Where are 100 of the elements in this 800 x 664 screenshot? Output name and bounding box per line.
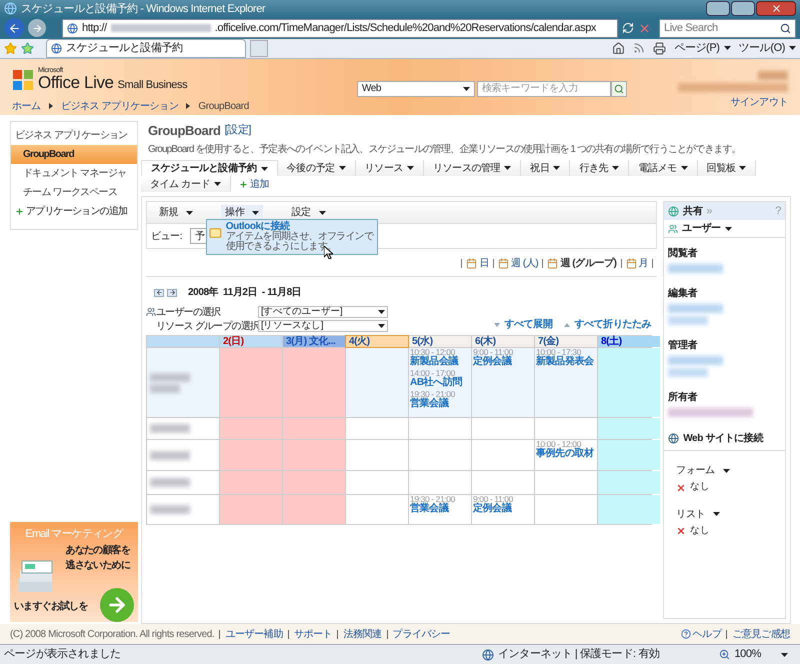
signout-link[interactable]: サインアウト xyxy=(730,94,788,110)
app-tab[interactable]: リソース xyxy=(356,160,424,176)
redacted-text xyxy=(758,70,788,80)
filter-select[interactable]: [すべてのユーザー] xyxy=(258,306,388,318)
command-menu[interactable]: ページ(P) xyxy=(674,40,731,57)
day-cell xyxy=(598,495,660,524)
app-tab[interactable]: リソースの管理 xyxy=(424,160,522,176)
sidebar-item[interactable]: チーム ワークスペース xyxy=(11,182,137,202)
redacted-text xyxy=(150,478,190,488)
footer-link[interactable]: ヘルプ xyxy=(680,626,722,642)
event-link[interactable]: 新製品会議 xyxy=(410,357,471,368)
view-link[interactable]: 月 xyxy=(626,256,648,272)
collapse-all-link[interactable]: すべて折りたたみ xyxy=(564,317,652,332)
refresh-icon[interactable] xyxy=(622,22,634,34)
redacted-text xyxy=(150,505,190,514)
app-tab[interactable]: 電話メモ xyxy=(629,160,698,176)
redacted-text xyxy=(150,372,190,382)
event-link[interactable]: 定例会議 xyxy=(473,357,534,368)
caret-icon xyxy=(338,166,346,170)
sidebar-item[interactable]: GroupBoard xyxy=(11,144,137,164)
toolbar-menu[interactable]: 操作 xyxy=(221,205,264,220)
search-scope-select[interactable]: Web xyxy=(356,80,475,97)
list-menu[interactable]: フォーム xyxy=(676,463,785,478)
toolbar-menu[interactable]: 新規 xyxy=(155,205,198,220)
app-tab[interactable]: 回覧板 xyxy=(698,160,756,176)
globe-icon xyxy=(668,433,680,444)
users-menu[interactable]: ユーザー xyxy=(664,220,785,238)
feed-icon[interactable] xyxy=(633,42,646,54)
day-cell xyxy=(220,418,282,440)
page-icon xyxy=(51,42,62,54)
redacted-text xyxy=(668,316,708,326)
day-cell xyxy=(283,471,345,494)
event-link[interactable]: 営業会議 xyxy=(410,504,471,514)
app-tab[interactable]: 今後の予定 xyxy=(278,160,356,176)
caret-icon xyxy=(504,166,512,170)
app-tab[interactable]: スケジュールと設備予約 xyxy=(141,160,278,176)
day-cell xyxy=(346,440,408,470)
logo-icon xyxy=(12,68,34,91)
close-button[interactable] xyxy=(756,1,796,16)
date-range: 2008年 11月2日 - 11月8日 xyxy=(188,286,302,300)
url-text: .officelive.com/TimeManager/Lists/Schedule%20and%20Reservations/calendar.aspx xyxy=(214,21,596,36)
print-icon[interactable] xyxy=(653,42,666,55)
filter-select[interactable]: [リソースなし] xyxy=(258,320,388,332)
view-link[interactable]: 週 (人) xyxy=(498,256,538,272)
view-link[interactable]: 週 (グループ) xyxy=(547,256,617,272)
redacted-text xyxy=(150,384,180,393)
breadcrumb-link[interactable]: ビジネス アプリケーション xyxy=(60,98,178,114)
address-field[interactable]: http:// .officelive.com/TimeManager/Lists/Schedule%20and%20Reservations/calendar.aspx xyxy=(62,18,618,38)
zoom-icon xyxy=(719,649,730,660)
share-icon xyxy=(668,206,680,217)
zoom-control[interactable]: 100% xyxy=(719,646,788,663)
ad-cta: いますぐお試しを xyxy=(14,600,88,614)
status-text: ページが表示されました xyxy=(4,647,121,662)
list-menu[interactable]: リスト xyxy=(676,506,785,522)
settings-link[interactable]: [設定] xyxy=(224,122,252,139)
maximize-button[interactable] xyxy=(731,1,755,16)
search-button[interactable] xyxy=(610,80,627,97)
caret-icon xyxy=(214,182,221,186)
role-label: 所有者 xyxy=(668,390,698,406)
ad-banner[interactable]: Email マーケティング あなたの顧客を 逃さないために いますぐお試しを xyxy=(10,522,138,622)
app-tab[interactable]: 行き先 xyxy=(570,160,630,176)
event-link[interactable]: 新製品発表会 xyxy=(536,357,597,368)
event-link[interactable]: 営業会議 xyxy=(410,399,471,410)
day-cell xyxy=(472,418,534,440)
day-cell xyxy=(220,440,282,470)
day-cell xyxy=(220,495,282,524)
footer-link[interactable]: プライバシー xyxy=(392,626,450,642)
next-week-button[interactable] xyxy=(167,288,177,297)
users-icon xyxy=(146,307,156,318)
toolbar-menu[interactable]: 設定 xyxy=(287,205,330,220)
previous-week-button[interactable] xyxy=(154,288,164,297)
minimize-button[interactable] xyxy=(706,1,730,16)
home-icon[interactable] xyxy=(612,42,626,55)
view-link[interactable]: 日 xyxy=(466,256,489,272)
forward-button[interactable] xyxy=(28,19,46,38)
separator-icon xyxy=(186,103,190,110)
browser-tab[interactable]: スケジュールと設備予約 xyxy=(46,38,246,58)
role-label: 管理者 xyxy=(668,338,698,354)
add-tab-link[interactable]: 追加 xyxy=(238,176,270,192)
day-cell xyxy=(598,348,660,418)
add-application-link[interactable]: アプリケーションの追加 xyxy=(11,202,137,221)
event-link[interactable]: 定例会議 xyxy=(473,504,534,514)
dropdown-menu[interactable]: Outlookに接続 アイテムを同期させ、オフラインで使用できるようにします。 xyxy=(206,219,378,256)
footer-link[interactable]: サポート xyxy=(294,626,332,642)
footer-link[interactable]: ユーザー補助 xyxy=(225,626,283,642)
event-link[interactable]: 事例先の取材 xyxy=(536,449,597,460)
footer-link[interactable]: ご意見ご感想 xyxy=(732,626,790,642)
search-field[interactable]: Live Search xyxy=(659,18,796,38)
page-description: GroupBoard を使用すると、予定表へのイベント記入、スケジュールの管理、企業リソースの使用計画を 1 つの共有の場所で行うことができます。 xyxy=(147,142,742,158)
footer-link[interactable]: 法務関連 xyxy=(343,626,382,642)
day-cell xyxy=(409,418,471,440)
app-tab[interactable]: 祝日 xyxy=(521,160,570,176)
expand-all-link[interactable]: すべて展開 xyxy=(494,317,552,332)
panel-title: 共有 xyxy=(683,204,702,219)
command-menu[interactable]: ツール(O) xyxy=(738,40,796,57)
app-tab[interactable]: タイム カード xyxy=(141,176,231,192)
back-button[interactable] xyxy=(4,18,24,38)
event-link[interactable]: AB社へ訪問 xyxy=(410,378,471,388)
breadcrumb-link[interactable]: ホーム xyxy=(12,98,41,114)
sidebar-item[interactable]: ドキュメント マネージャ xyxy=(11,164,137,183)
